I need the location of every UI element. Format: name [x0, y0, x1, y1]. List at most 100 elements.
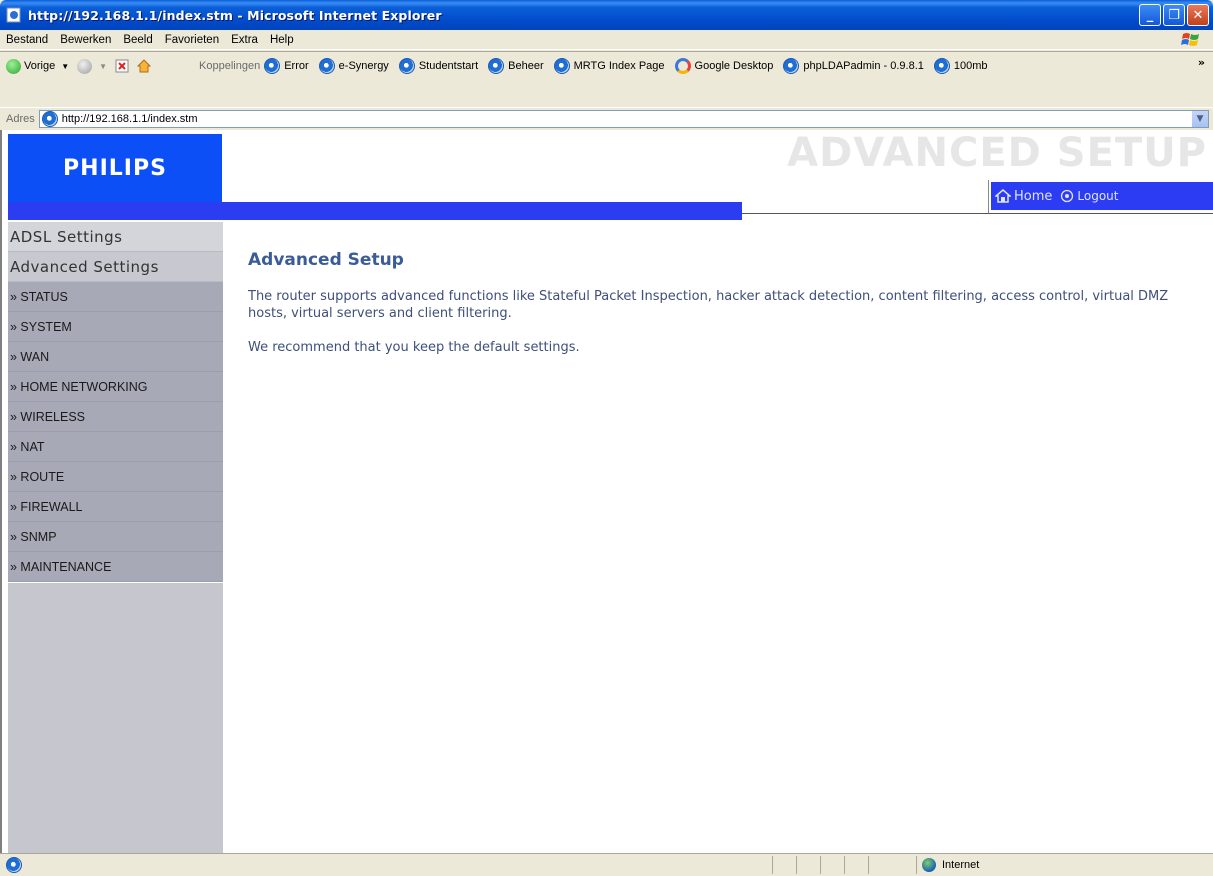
window-title-bar[interactable]: http://192.168.1.1/index.stm - Microsoft… [0, 0, 1213, 30]
menu-beeld[interactable]: Beeld [117, 34, 158, 46]
sidebar-item-maintenance[interactable]: » MAINTENANCE [8, 552, 223, 582]
link-error[interactable]: Error [264, 58, 309, 74]
home-link[interactable]: Home [995, 189, 1052, 204]
header-divider [988, 180, 989, 214]
sidebar-item-route[interactable]: » ROUTE [8, 462, 223, 492]
menu-help[interactable]: Help [264, 34, 300, 46]
sidebar-item-firewall[interactable]: » FIREWALL [8, 492, 223, 522]
address-label: Adres [6, 112, 35, 125]
minimize-icon: _ [1146, 7, 1154, 23]
link-e-synergy[interactable]: e-Synergy [318, 58, 389, 74]
stop-icon [115, 59, 129, 73]
windows-logo-icon [1181, 33, 1199, 46]
header-strip [8, 202, 742, 220]
home-label: Home [1014, 188, 1053, 204]
status-divider [796, 856, 797, 874]
security-zone: Internet [922, 858, 979, 872]
sidebar: ADSL Settings Advanced Settings » STATUS… [8, 222, 223, 853]
forward-dropdown-icon[interactable]: ▼ [99, 62, 107, 71]
links-overflow-icon[interactable]: » [1198, 56, 1205, 69]
ie-icon [41, 110, 58, 127]
link-studentstart[interactable]: Studentstart [398, 58, 478, 74]
link-label: Error [284, 60, 309, 72]
close-button[interactable]: ✕ [1187, 4, 1209, 26]
banner-title: ADVANCED SETUP [787, 130, 1207, 176]
forward-arrow-icon [77, 58, 93, 74]
sidebar-item-snmp[interactable]: » SNMP [8, 522, 223, 552]
toolbar: Vorige ▼ ▼ Koppelingen Error e-Synergy S… [0, 51, 1213, 107]
menu-bewerken[interactable]: Bewerken [54, 34, 117, 46]
header-divider [742, 213, 1213, 214]
status-divider [868, 856, 869, 874]
address-dropdown-icon[interactable]: ▼ [1192, 110, 1208, 127]
menu-bar: Bestand Bewerken Beeld Favorieten Extra … [0, 30, 1213, 50]
link-100mb[interactable]: 100mb [933, 58, 988, 74]
ie-icon [264, 58, 281, 74]
menu-bestand[interactable]: Bestand [0, 34, 54, 46]
page-status-icon [6, 857, 22, 873]
logout-link[interactable]: Logout [1060, 189, 1118, 203]
page-title: Advanced Setup [248, 250, 404, 270]
ie-icon [933, 58, 950, 74]
forward-button[interactable]: ▼ [77, 58, 107, 74]
logout-icon [1061, 189, 1074, 203]
restore-icon: ❐ [1168, 7, 1180, 23]
maximize-button[interactable]: ❐ [1163, 4, 1185, 26]
link-label: Beheer [508, 60, 544, 72]
router-header: PHILIPS ADVANCED SETUP Home Logout [2, 130, 1213, 222]
sidebar-item-wireless[interactable]: » WIRELESS [8, 402, 223, 432]
sidebar-item-nat[interactable]: » NAT [8, 432, 223, 462]
link-beheer[interactable]: Beheer [488, 58, 544, 74]
google-desktop-icon [674, 58, 691, 74]
ie-icon [553, 58, 570, 74]
recommendation-paragraph: We recommend that you keep the default s… [248, 340, 580, 355]
menu-extra[interactable]: Extra [225, 34, 264, 46]
philips-logo: PHILIPS [8, 134, 222, 202]
sidebar-item-system[interactable]: » SYSTEM [8, 312, 223, 342]
ie-icon [398, 58, 415, 74]
link-label: Google Desktop [694, 60, 774, 72]
back-label: Vorige [24, 60, 56, 72]
status-divider [820, 856, 821, 874]
link-label: e-Synergy [338, 60, 389, 72]
status-divider [916, 856, 917, 874]
address-bar: Adres http://192.168.1.1/index.stm ▼ [0, 107, 1213, 129]
logo-text: PHILIPS [63, 155, 167, 181]
home-icon [995, 189, 1011, 203]
description-paragraph: The router supports advanced functions l… [248, 289, 1169, 321]
sidebar-divider [8, 582, 223, 583]
address-url: http://192.168.1.1/index.stm [61, 112, 198, 125]
link-label: 100mb [953, 60, 988, 72]
link-google-desktop[interactable]: Google Desktop [674, 58, 774, 74]
sidebar-menu: » STATUS » SYSTEM » WAN » HOME NETWORKIN… [8, 282, 223, 582]
close-icon: ✕ [1192, 7, 1204, 23]
link-label: phpLDAPadmin - 0.9.8.1 [803, 60, 924, 72]
link-phpldapadmin[interactable]: phpLDAPadmin - 0.9.8.1 [783, 58, 924, 74]
minimize-button[interactable]: _ [1139, 4, 1161, 26]
address-input[interactable]: http://192.168.1.1/index.stm ▼ [38, 109, 1209, 128]
ie-page-icon [6, 7, 21, 23]
sidebar-item-wan[interactable]: » WAN [8, 342, 223, 372]
internet-globe-icon [922, 858, 936, 872]
sidebar-item-status[interactable]: » STATUS [8, 282, 223, 312]
sidebar-section-advanced[interactable]: Advanced Settings [8, 252, 223, 282]
home-toolbar-button[interactable] [137, 59, 152, 73]
back-dropdown-icon[interactable]: ▼ [61, 62, 69, 71]
ie-icon [318, 58, 335, 74]
status-bar: Internet [0, 853, 1213, 876]
links-label: Koppelingen [199, 60, 261, 72]
link-mrtg[interactable]: MRTG Index Page [553, 58, 665, 74]
window-title: http://192.168.1.1/index.stm - Microsoft… [28, 7, 442, 23]
web-page: PHILIPS ADVANCED SETUP Home Logout ADSL … [0, 130, 1213, 853]
status-divider [844, 856, 845, 874]
menu-favorieten[interactable]: Favorieten [159, 34, 225, 46]
ie-icon [488, 58, 505, 74]
link-label: MRTG Index Page [573, 60, 665, 72]
zone-label: Internet [942, 859, 980, 871]
back-button[interactable]: Vorige ▼ [6, 58, 69, 74]
stop-button[interactable] [115, 59, 129, 73]
sidebar-item-home-networking[interactable]: » HOME NETWORKING [8, 372, 223, 402]
sidebar-section-adsl[interactable]: ADSL Settings [8, 222, 223, 252]
status-divider [772, 856, 773, 874]
ie-icon [783, 58, 800, 74]
